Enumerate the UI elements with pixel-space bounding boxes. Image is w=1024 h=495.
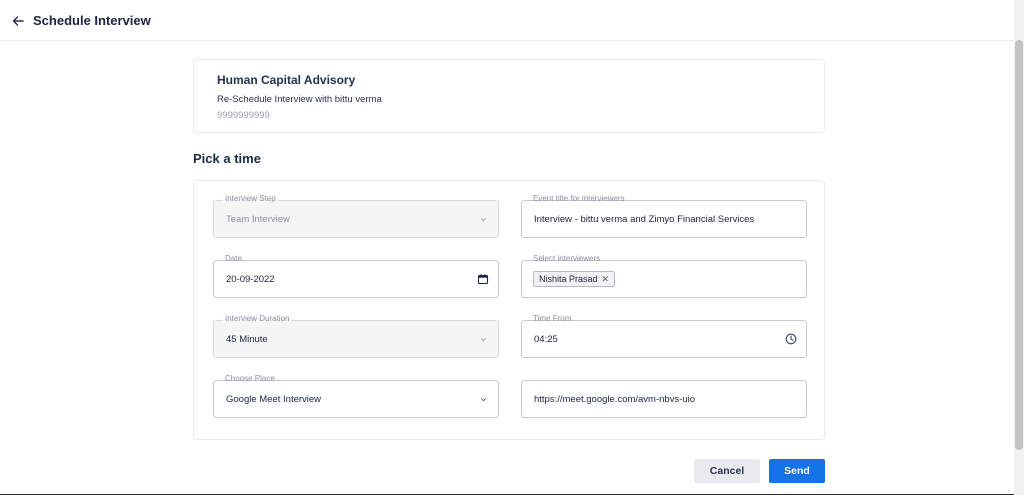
interviewers-label: Select interviewers <box>531 254 603 263</box>
cancel-button[interactable]: Cancel <box>694 459 760 483</box>
top-bar: Schedule Interview <box>0 0 1014 41</box>
calendar-icon[interactable] <box>477 273 489 285</box>
time-from-input[interactable]: Time From 04:25 <box>521 314 807 358</box>
interview-step-value: Team Interview <box>226 214 290 225</box>
date-value: 20-09-2022 <box>226 274 275 285</box>
chevron-down-icon <box>480 398 487 402</box>
interview-step-label: Interview Step <box>223 194 278 203</box>
arrow-left-icon[interactable] <box>11 14 25 28</box>
interviewer-chip: Nishita Prasad ✕ <box>533 271 616 287</box>
date-input[interactable]: Date 20-09-2022 <box>213 254 499 298</box>
chevron-down-icon <box>480 218 487 222</box>
vertical-scrollbar[interactable] <box>1014 0 1024 495</box>
chevron-down-icon <box>480 338 487 342</box>
interview-step-select[interactable]: Interview Step Team Interview <box>213 194 499 238</box>
meeting-link-input[interactable]: https://meet.google.com/avm-nbvs-uio <box>521 380 807 418</box>
choose-place-select[interactable]: Choose Place Google Meet Interview <box>213 374 499 418</box>
page-title: Schedule Interview <box>33 13 151 28</box>
interviewers-select[interactable]: Select interviewers Nishita Prasad ✕ <box>521 254 807 298</box>
candidate-phone: 9999999999 <box>217 110 270 121</box>
clock-icon[interactable] <box>785 333 797 345</box>
interview-subtitle: Re-Schedule Interview with bittu verma <box>217 94 382 105</box>
time-from-label: Time From <box>531 314 574 323</box>
interview-duration-value: 45 Minute <box>226 334 268 345</box>
date-label: Date <box>223 254 244 263</box>
candidate-summary-card: Human Capital Advisory Re-Schedule Inter… <box>193 59 825 133</box>
section-title: Pick a time <box>193 151 261 166</box>
time-from-value: 04:25 <box>534 334 558 345</box>
interview-duration-select[interactable]: Interview Duration 45 Minute <box>213 314 499 358</box>
choose-place-label: Choose Place <box>223 374 277 383</box>
scrollbar-thumb[interactable] <box>1015 40 1023 450</box>
interviewer-chip-label: Nishita Prasad <box>539 274 598 284</box>
company-name: Human Capital Advisory <box>217 73 356 87</box>
meeting-link-value: https://meet.google.com/avm-nbvs-uio <box>534 394 696 405</box>
event-title-input[interactable]: Event title for interviewers Interview -… <box>521 194 807 238</box>
schedule-form: Interview Step Team Interview Event titl… <box>193 180 825 440</box>
event-title-value: Interview - bittu verma and Zimyo Financ… <box>534 214 755 225</box>
send-button[interactable]: Send <box>769 459 825 483</box>
choose-place-value: Google Meet Interview <box>226 394 322 405</box>
interview-duration-label: Interview Duration <box>223 314 292 323</box>
remove-chip-icon[interactable]: ✕ <box>602 274 610 285</box>
event-title-label: Event title for interviewers <box>531 194 627 203</box>
